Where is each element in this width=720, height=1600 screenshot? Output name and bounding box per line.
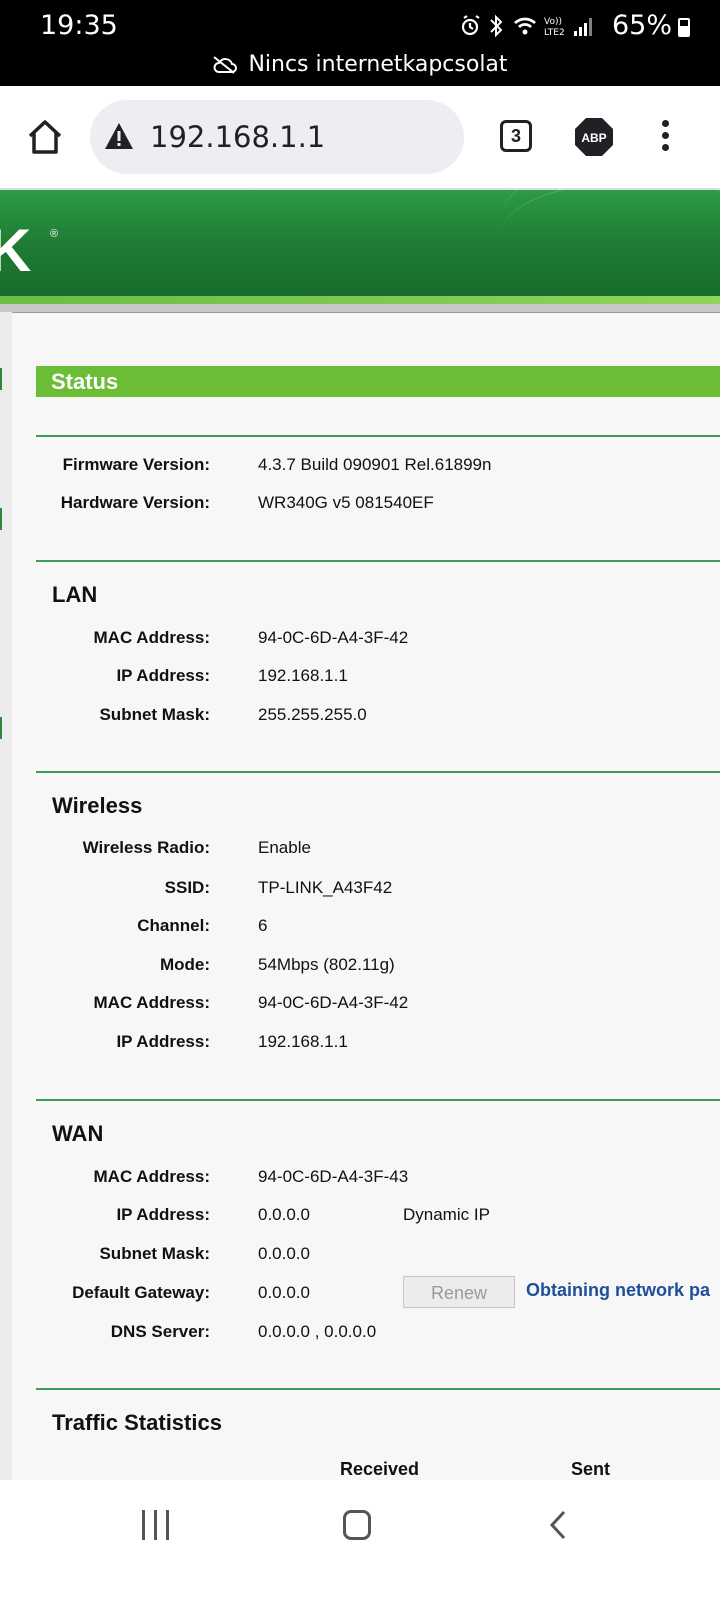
channel-value: 6 <box>258 916 268 935</box>
wan-title: WAN <box>52 1121 104 1146</box>
wan-ip-type: Dynamic IP <box>403 1205 490 1224</box>
banner-decoration <box>500 190 720 291</box>
recent-apps-icon[interactable] <box>142 1510 172 1540</box>
wireless-ip-value: 192.168.1.1 <box>258 1032 348 1051</box>
wireless-title: Wireless <box>52 793 143 818</box>
router-banner: K ® <box>0 190 720 304</box>
mode-label: Mode: <box>159 955 210 974</box>
wan-mask-label: Subnet Mask: <box>99 1244 210 1263</box>
lan-ip-label: IP Address: <box>116 666 210 685</box>
home-icon[interactable] <box>26 118 64 156</box>
wan-mac-value: 94-0C-6D-A4-3F-43 <box>258 1167 409 1186</box>
section-divider <box>36 435 720 437</box>
section-divider <box>36 1099 720 1101</box>
section-divider <box>36 1388 720 1390</box>
lan-ip-value: 192.168.1.1 <box>258 666 348 685</box>
back-icon[interactable] <box>548 1510 568 1540</box>
offline-notice: Nincs internetkapcsolat <box>0 52 720 77</box>
registered-mark: ® <box>50 228 59 240</box>
section-divider <box>36 771 720 773</box>
bluetooth-icon <box>490 14 503 38</box>
warning-icon[interactable] <box>104 122 134 150</box>
home-button-icon[interactable] <box>343 1510 371 1540</box>
wireless-ip-label: IP Address: <box>116 1032 210 1051</box>
tab-switcher-button[interactable]: 3 <box>500 120 532 152</box>
wan-mac-label: MAC Address: <box>93 1167 211 1186</box>
lan-mac-label: MAC Address: <box>93 628 211 647</box>
traffic-title: Traffic Statistics <box>52 1410 222 1435</box>
ssid-value: TP-LINK_A43F42 <box>258 878 393 897</box>
wireless-radio-label: Wireless Radio: <box>82 838 210 857</box>
wan-ip-value: 0.0.0.0 <box>258 1205 310 1224</box>
ssid-label: SSID: <box>164 878 210 897</box>
overflow-menu-icon[interactable] <box>658 120 672 154</box>
received-column-header: Received <box>340 1459 420 1479</box>
dns-value: 0.0.0.0 , 0.0.0.0 <box>258 1322 377 1341</box>
obtaining-status-text: Obtaining network pa <box>526 1280 711 1300</box>
banner-divider <box>0 304 720 313</box>
alarm-icon <box>462 15 480 36</box>
offline-text: Nincs internetkapcsolat <box>248 52 508 77</box>
lan-mask-value: 255.255.255.0 <box>258 705 367 724</box>
mode-value: 54Mbps (802.11g) <box>258 955 395 974</box>
gateway-label: Default Gateway: <box>72 1283 210 1302</box>
adblock-label: ABP <box>581 131 606 145</box>
clock: 19:35 <box>40 10 118 41</box>
page-title: Status <box>36 366 720 397</box>
browser-toolbar: 192.168.1.1 3 ABP <box>0 86 720 190</box>
wireless-mac-label: MAC Address: <box>93 993 211 1012</box>
firmware-value: 4.3.7 Build 090901 Rel.61899n <box>258 455 492 474</box>
hardware-value: WR340G v5 081540EF <box>258 493 434 512</box>
status-content: Status Firmware Version: 4.3.7 Build 090… <box>12 313 720 1480</box>
firmware-label: Firmware Version: <box>62 455 210 474</box>
svg-text:LTE2: LTE2 <box>544 28 565 38</box>
svg-text:Vo)): Vo)) <box>544 17 562 27</box>
adblock-plus-icon[interactable]: ABP <box>574 117 614 157</box>
sent-column-header: Sent <box>571 1459 611 1479</box>
hardware-label: Hardware Version: <box>60 493 210 512</box>
wan-mask-value: 0.0.0.0 <box>258 1244 310 1263</box>
section-divider <box>36 560 720 562</box>
system-status-bar: 19:35 Vo)) LTE2 65% Nincs internetkapcsol… <box>0 0 720 86</box>
battery-percentage: 65% <box>611 10 672 41</box>
gateway-value: 0.0.0.0 <box>258 1283 310 1302</box>
wireless-radio-value: Enable <box>258 838 311 857</box>
brand-logo: K <box>0 217 32 284</box>
banner-stripe <box>0 296 720 304</box>
volte-lte-icon: Vo))LTE2 <box>544 17 565 38</box>
wan-ip-label: IP Address: <box>116 1205 210 1224</box>
battery-icon <box>678 18 690 37</box>
lan-title: LAN <box>52 582 98 607</box>
system-navigation-bar <box>0 1480 720 1600</box>
wireless-mac-value: 94-0C-6D-A4-3F-42 <box>258 993 409 1012</box>
cloud-off-icon <box>213 56 238 74</box>
channel-label: Channel: <box>137 916 210 935</box>
dns-label: DNS Server: <box>110 1322 210 1341</box>
wifi-icon <box>514 17 536 35</box>
signal-icon <box>574 18 592 36</box>
renew-button[interactable]: Renew <box>403 1276 515 1308</box>
url-text[interactable]: 192.168.1.1 <box>150 120 325 154</box>
lan-mask-label: Subnet Mask: <box>99 705 210 724</box>
address-bar[interactable]: 192.168.1.1 <box>90 100 464 174</box>
lan-mac-value: 94-0C-6D-A4-3F-42 <box>258 628 409 647</box>
